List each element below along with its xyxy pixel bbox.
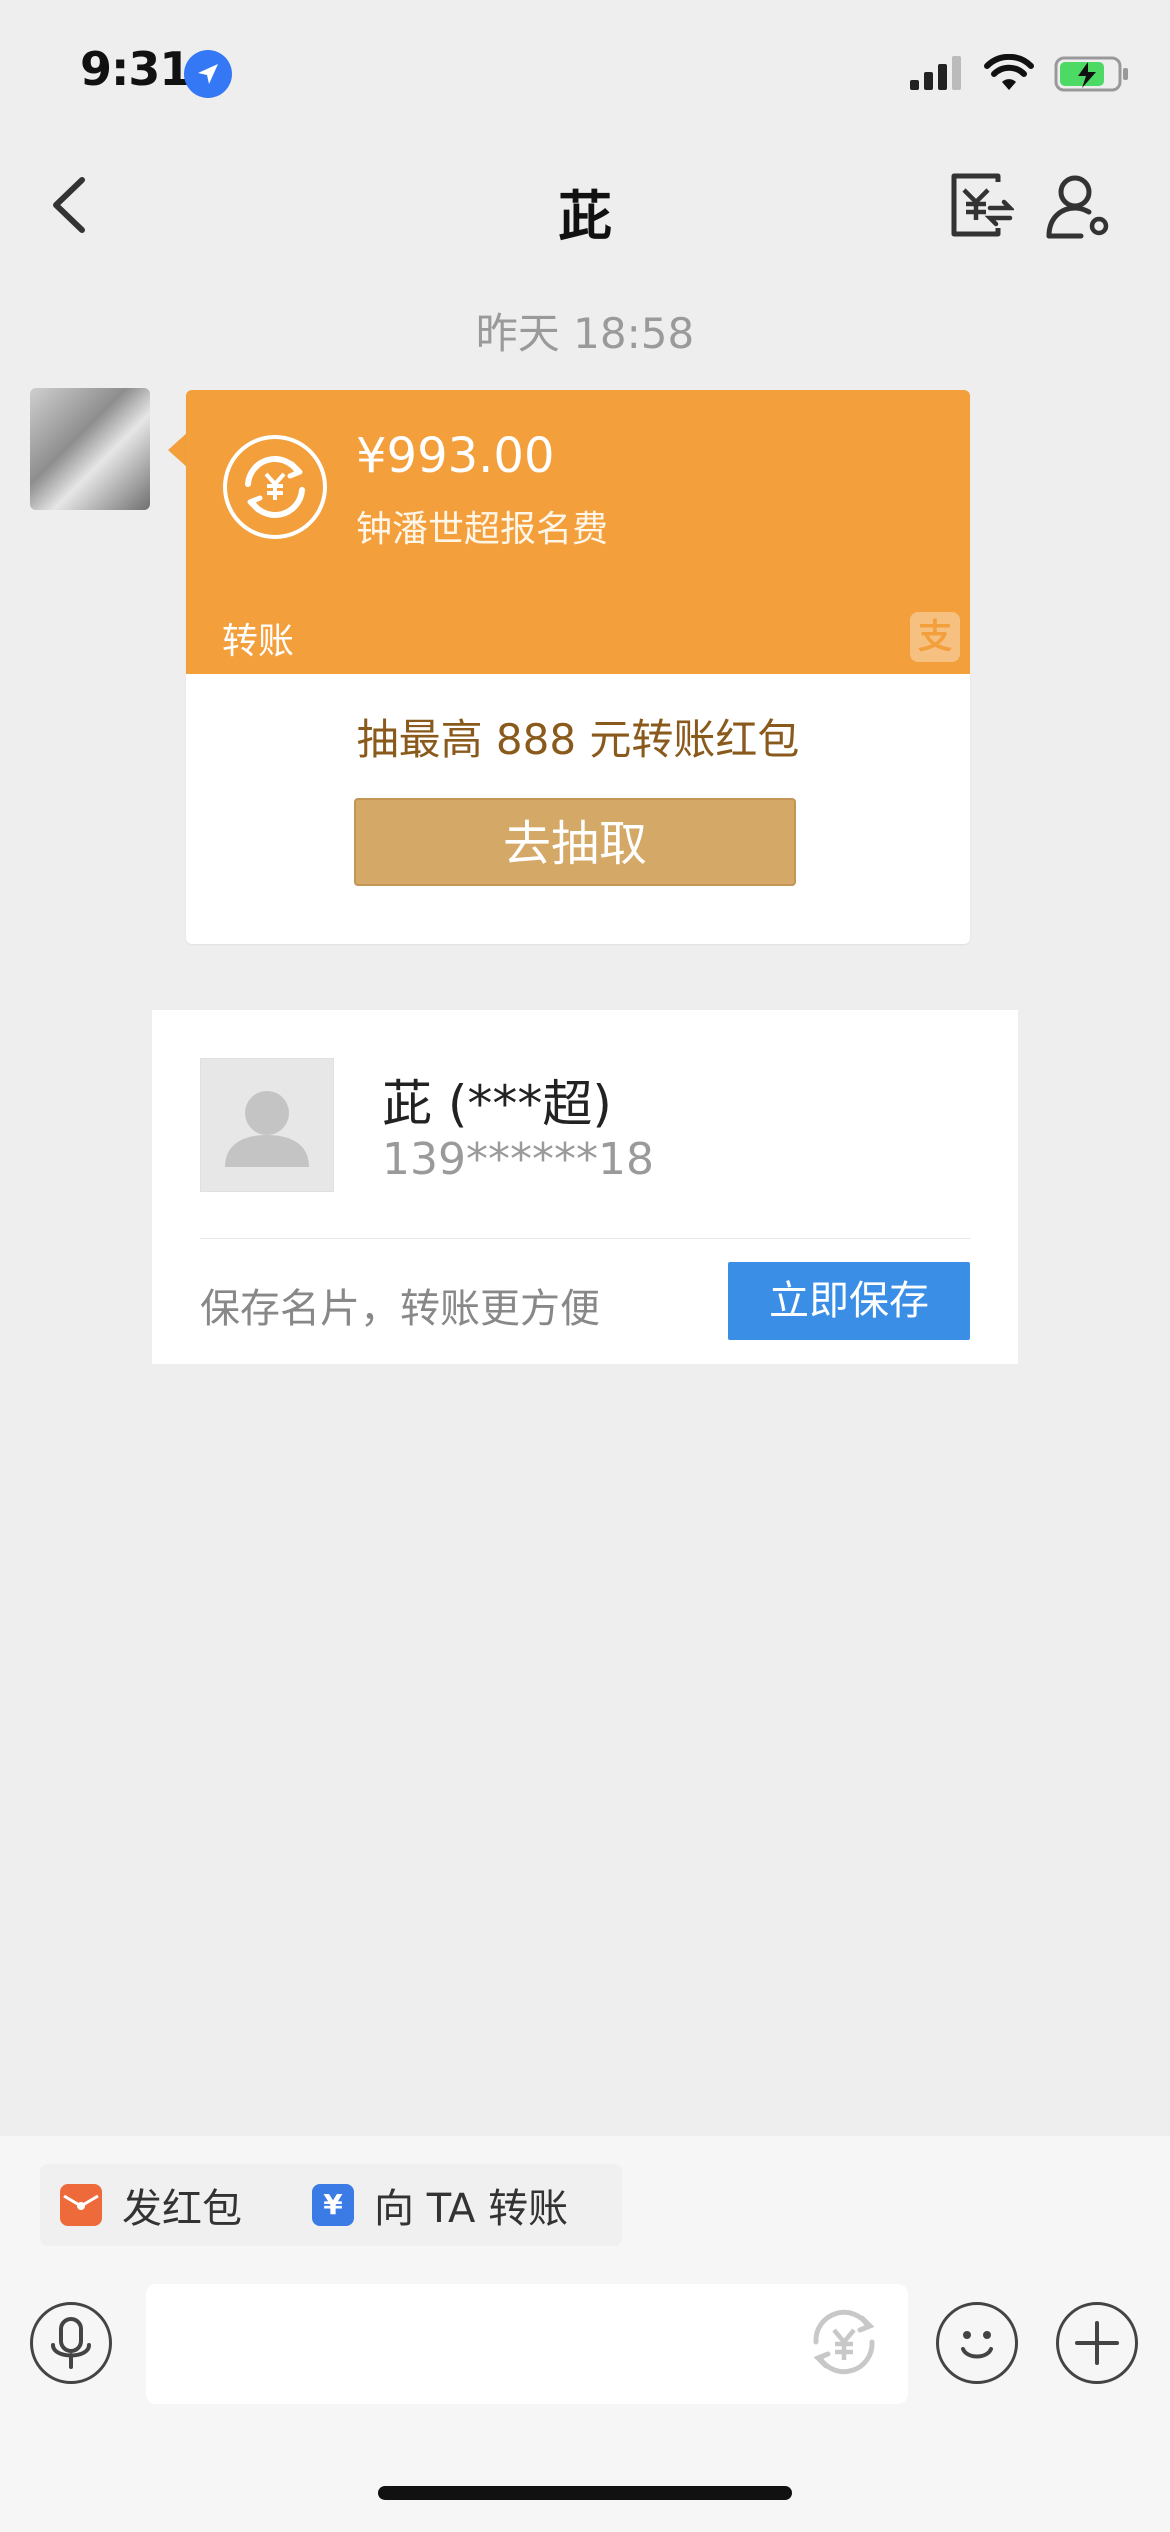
chat-timestamp: 昨天 18:58 bbox=[475, 309, 695, 358]
promo-text: 抽最高 888 元转账红包 bbox=[356, 715, 800, 764]
profile-settings-button[interactable] bbox=[1045, 172, 1113, 240]
location-icon bbox=[184, 50, 232, 98]
wifi-icon bbox=[984, 54, 1034, 90]
save-contact-button[interactable]: 立即保存 bbox=[728, 1262, 970, 1340]
contact-name: 茈 (***超) bbox=[382, 1075, 612, 1133]
home-indicator bbox=[378, 2486, 792, 2500]
alipay-icon: 支 bbox=[910, 612, 960, 662]
battery-icon bbox=[1054, 56, 1128, 92]
transfer-description: 钟潘世超报名费 bbox=[356, 509, 609, 550]
input-bar bbox=[0, 2284, 1170, 2414]
message-input[interactable] bbox=[146, 2284, 908, 2404]
send-red-envelope-label: 发红包 bbox=[122, 2186, 242, 2232]
bubble-pointer bbox=[168, 432, 188, 468]
contact-phone: 139******18 bbox=[382, 1134, 654, 1185]
transfer-to-ta-button[interactable]: ¥ 向 TA 转账 bbox=[292, 2164, 622, 2246]
contact-avatar bbox=[200, 1058, 334, 1192]
transfer-to-ta-label: 向 TA 转账 bbox=[374, 2186, 569, 2232]
quick-transfer-icon[interactable] bbox=[800, 2298, 888, 2386]
sender-avatar[interactable] bbox=[30, 388, 150, 510]
transfer-icon: ¥ bbox=[312, 2184, 354, 2226]
plus-icon bbox=[1075, 2321, 1119, 2365]
user-settings-icon bbox=[1046, 175, 1109, 239]
transfer-amount: ¥993.00 bbox=[356, 428, 555, 484]
more-button[interactable] bbox=[1056, 2302, 1138, 2384]
signal-icon bbox=[910, 56, 961, 90]
transfer-yuan-icon bbox=[223, 435, 327, 539]
divider bbox=[200, 1238, 970, 1239]
contact-card: 茈 (***超) 139******18 保存名片，转账更方便 立即保存 bbox=[152, 1010, 1018, 1364]
bottom-panel: 发红包 ¥ 向 TA 转账 bbox=[0, 2136, 1170, 2532]
transfer-records-button[interactable] bbox=[950, 172, 1016, 240]
person-placeholder-icon bbox=[225, 1091, 309, 1167]
draw-red-envelope-button[interactable]: 去抽取 bbox=[354, 798, 796, 886]
microphone-icon bbox=[51, 2317, 91, 2369]
voice-button[interactable] bbox=[30, 2302, 112, 2384]
status-indicators bbox=[910, 50, 1130, 98]
emoji-button[interactable] bbox=[936, 2302, 1018, 2384]
red-envelope-icon bbox=[60, 2184, 102, 2226]
send-red-envelope-button[interactable]: 发红包 bbox=[40, 2164, 310, 2246]
status-time: 9:31 bbox=[80, 42, 191, 96]
save-hint: 保存名片，转账更方便 bbox=[200, 1286, 600, 1332]
transfer-record-icon bbox=[951, 173, 1016, 237]
transfer-type-label: 转账 bbox=[222, 621, 295, 662]
transfer-card-header[interactable]: ¥993.00 钟潘世超报名费 转账 支 bbox=[186, 390, 970, 674]
smiley-icon bbox=[961, 2331, 993, 2359]
transfer-card[interactable]: ¥993.00 钟潘世超报名费 转账 支 抽最高 888 元转账红包 去抽取 bbox=[186, 390, 970, 944]
